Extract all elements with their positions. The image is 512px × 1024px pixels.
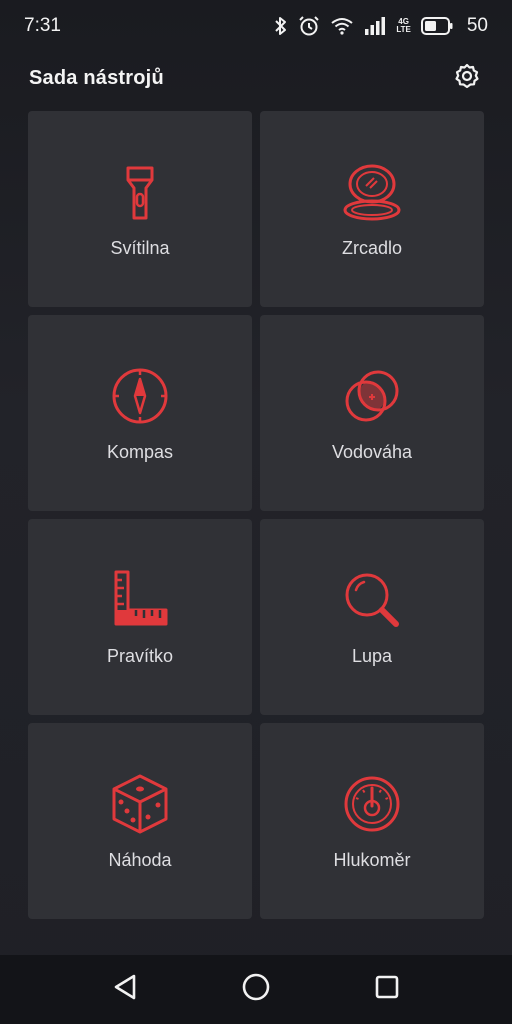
recents-icon — [374, 974, 400, 1005]
dice-icon — [108, 772, 172, 836]
tile-flashlight[interactable]: Svítilna — [28, 111, 252, 307]
tile-dice[interactable]: Náhoda — [28, 723, 252, 919]
settings-button[interactable] — [452, 63, 482, 93]
bluetooth-icon — [274, 16, 288, 36]
page-title: Sada nástrojů — [29, 66, 164, 89]
app-header: Sada nástrojů — [0, 56, 512, 100]
back-button[interactable] — [103, 968, 147, 1012]
magnifier-icon — [340, 568, 404, 632]
sound-meter-icon — [340, 772, 404, 836]
status-icons: 4G LTE 50 — [274, 15, 488, 37]
gear-icon — [453, 62, 481, 95]
tools-grid: Svítilna Zrcadlo Kompas Vodováha Pravítk… — [28, 111, 484, 919]
tile-label: Náhoda — [108, 849, 172, 870]
battery-level: 50 — [466, 15, 488, 36]
tile-label: Lupa — [351, 645, 393, 666]
network-tag-bottom: LTE — [396, 25, 411, 34]
tile-label: Svítilna — [110, 237, 170, 258]
ruler-icon — [108, 568, 172, 632]
tile-label: Kompas — [106, 441, 174, 462]
recents-button[interactable] — [365, 968, 409, 1012]
tile-label: Hlukoměr — [333, 849, 411, 870]
tile-ruler[interactable]: Pravítko — [28, 519, 252, 715]
tile-label: Vodováha — [331, 441, 413, 462]
home-icon — [241, 972, 271, 1007]
navigation-bar — [0, 955, 512, 1024]
wifi-icon — [330, 16, 354, 36]
level-icon — [340, 364, 404, 428]
status-bar: 7:31 4G LTE 50 — [0, 0, 512, 52]
tile-sound-meter[interactable]: Hlukoměr — [260, 723, 484, 919]
signal-icon — [364, 17, 386, 35]
tile-mirror[interactable]: Zrcadlo — [260, 111, 484, 307]
mirror-icon — [340, 160, 404, 224]
tile-label: Pravítko — [106, 645, 174, 666]
status-time: 7:31 — [24, 15, 61, 36]
network-type-tag: 4G LTE — [396, 18, 411, 34]
compass-icon — [108, 364, 172, 428]
tile-magnifier[interactable]: Lupa — [260, 519, 484, 715]
battery-icon — [420, 17, 453, 35]
alarm-icon — [298, 15, 320, 37]
flashlight-icon — [108, 160, 172, 224]
screen: 7:31 4G LTE 50 Sada nástrojů Svítilna Zr… — [0, 0, 512, 1024]
tile-compass[interactable]: Kompas — [28, 315, 252, 511]
tile-label: Zrcadlo — [341, 237, 403, 258]
home-button[interactable] — [234, 968, 278, 1012]
back-icon — [112, 973, 138, 1006]
tile-level[interactable]: Vodováha — [260, 315, 484, 511]
